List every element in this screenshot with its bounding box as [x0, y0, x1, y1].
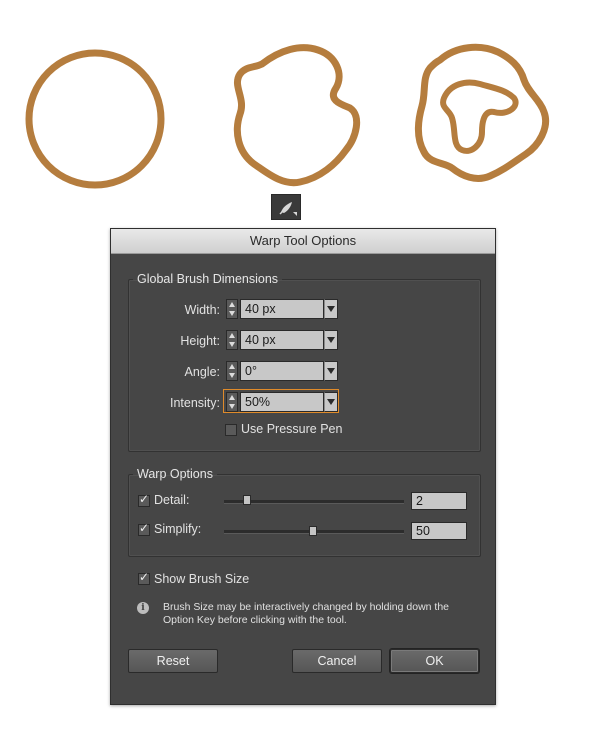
warp-tool-icon[interactable]	[271, 194, 301, 220]
brush-size-info-line-1: Brush Size may be interactively changed …	[163, 601, 450, 613]
show-brush-size-checkbox[interactable]	[138, 570, 150, 585]
width-dropdown-button[interactable]	[324, 299, 338, 319]
simplify-slider-thumb[interactable]	[309, 526, 317, 536]
reset-button[interactable]: Reset	[128, 649, 218, 673]
angle-dropdown-button[interactable]	[324, 361, 338, 381]
detail-checkbox[interactable]	[138, 492, 150, 507]
intensity-field[interactable]: 50%	[240, 392, 324, 412]
height-label: Height:	[180, 334, 220, 348]
warped-inner-shape	[440, 79, 519, 154]
use-pressure-pen-label: Use Pressure Pen	[241, 422, 343, 436]
brush-size-info-line-2: Option Key before clicking with the tool…	[163, 614, 347, 626]
dialog-title: Warp Tool Options	[111, 229, 495, 254]
intensity-stepper[interactable]	[226, 392, 238, 412]
detail-value-field[interactable]: 2	[411, 492, 467, 510]
global-brush-dimensions-legend: Global Brush Dimensions	[137, 272, 279, 286]
warp-stages-illustration	[25, 43, 549, 189]
angle-stepper[interactable]	[226, 361, 238, 381]
height-dropdown-button[interactable]	[324, 330, 338, 350]
info-icon: i	[137, 602, 149, 614]
height-stepper[interactable]	[226, 330, 238, 350]
show-brush-size-label: Show Brush Size	[154, 572, 250, 586]
original-circle-shape	[25, 49, 165, 189]
height-field[interactable]: 40 px	[240, 330, 324, 350]
ok-button[interactable]: OK	[390, 649, 479, 673]
warped-shape	[233, 44, 361, 187]
detail-slider-track[interactable]	[224, 500, 404, 504]
angle-label: Angle:	[184, 365, 220, 379]
intensity-label: Intensity:	[169, 396, 220, 410]
warp-tool-options-dialog: Warp Tool Options Global Brush Dimension…	[110, 228, 496, 705]
cancel-button[interactable]: Cancel	[292, 649, 382, 673]
simplify-checkbox[interactable]	[138, 521, 150, 536]
detail-slider-thumb[interactable]	[243, 495, 251, 505]
warped-outer-shape	[415, 43, 549, 182]
simplify-value-field[interactable]: 50	[411, 522, 467, 540]
simplify-label: Simplify:	[154, 522, 202, 536]
warp-options-group: Warp Options	[128, 467, 481, 557]
width-label: Width:	[184, 303, 220, 317]
use-pressure-pen-checkbox[interactable]	[225, 424, 237, 436]
detail-label: Detail:	[154, 493, 190, 507]
warp-options-legend: Warp Options	[137, 467, 213, 481]
width-stepper[interactable]	[226, 299, 238, 319]
width-field[interactable]: 40 px	[240, 299, 324, 319]
angle-field[interactable]: 0°	[240, 361, 324, 381]
intensity-dropdown-button[interactable]	[324, 392, 338, 412]
